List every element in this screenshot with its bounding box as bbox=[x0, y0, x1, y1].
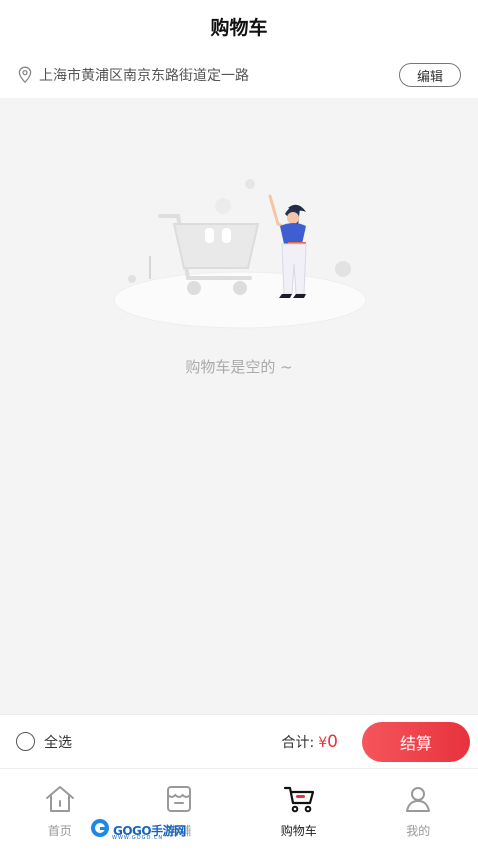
tab-cart[interactable]: 购物车 bbox=[239, 769, 359, 850]
checkout-bar: 全选 合计: ¥0 结算 bbox=[0, 714, 478, 768]
select-all-label: 全选 bbox=[44, 734, 72, 751]
tab-profile-label: 我的 bbox=[406, 824, 431, 838]
bottom-tab-bar: 首页 店铺 购物车 我的 bbox=[0, 768, 478, 850]
checkout-button[interactable]: 结算 bbox=[362, 721, 470, 762]
watermark: GOGO手游网 WWW.GOGO.CN bbox=[90, 818, 200, 842]
profile-icon bbox=[402, 783, 434, 815]
watermark-logo-icon bbox=[90, 818, 110, 842]
app-header: 购物车 bbox=[0, 0, 478, 52]
watermark-subtext: WWW.GOGO.CN bbox=[112, 835, 164, 841]
select-all-radio[interactable] bbox=[16, 732, 35, 751]
edit-button[interactable]: 编辑 bbox=[399, 63, 461, 87]
select-all-toggle[interactable]: 全选 bbox=[16, 732, 72, 752]
empty-cart-message: 购物车是空的 ~ bbox=[185, 358, 293, 376]
page-title: 购物车 bbox=[210, 16, 268, 39]
tab-cart-label: 购物车 bbox=[280, 824, 317, 838]
total-amount: ¥0 bbox=[318, 732, 338, 752]
total-label: 合计: bbox=[281, 734, 315, 751]
address-text: 上海市黄浦区南京东路街道定一路 bbox=[39, 68, 249, 84]
cart-icon bbox=[283, 783, 315, 815]
location-pin-icon bbox=[17, 66, 33, 84]
tab-home-label: 首页 bbox=[47, 824, 72, 838]
store-icon bbox=[163, 783, 195, 815]
cart-content: 购物车是空的 ~ bbox=[0, 98, 478, 714]
currency-symbol: ¥ bbox=[318, 734, 328, 751]
address-bar[interactable]: 上海市黄浦区南京东路街道定一路 编辑 bbox=[0, 52, 478, 98]
tab-profile[interactable]: 我的 bbox=[359, 769, 478, 850]
home-icon bbox=[44, 783, 76, 815]
total-amount-value: 0 bbox=[327, 731, 338, 752]
empty-cart-illustration bbox=[110, 178, 370, 353]
